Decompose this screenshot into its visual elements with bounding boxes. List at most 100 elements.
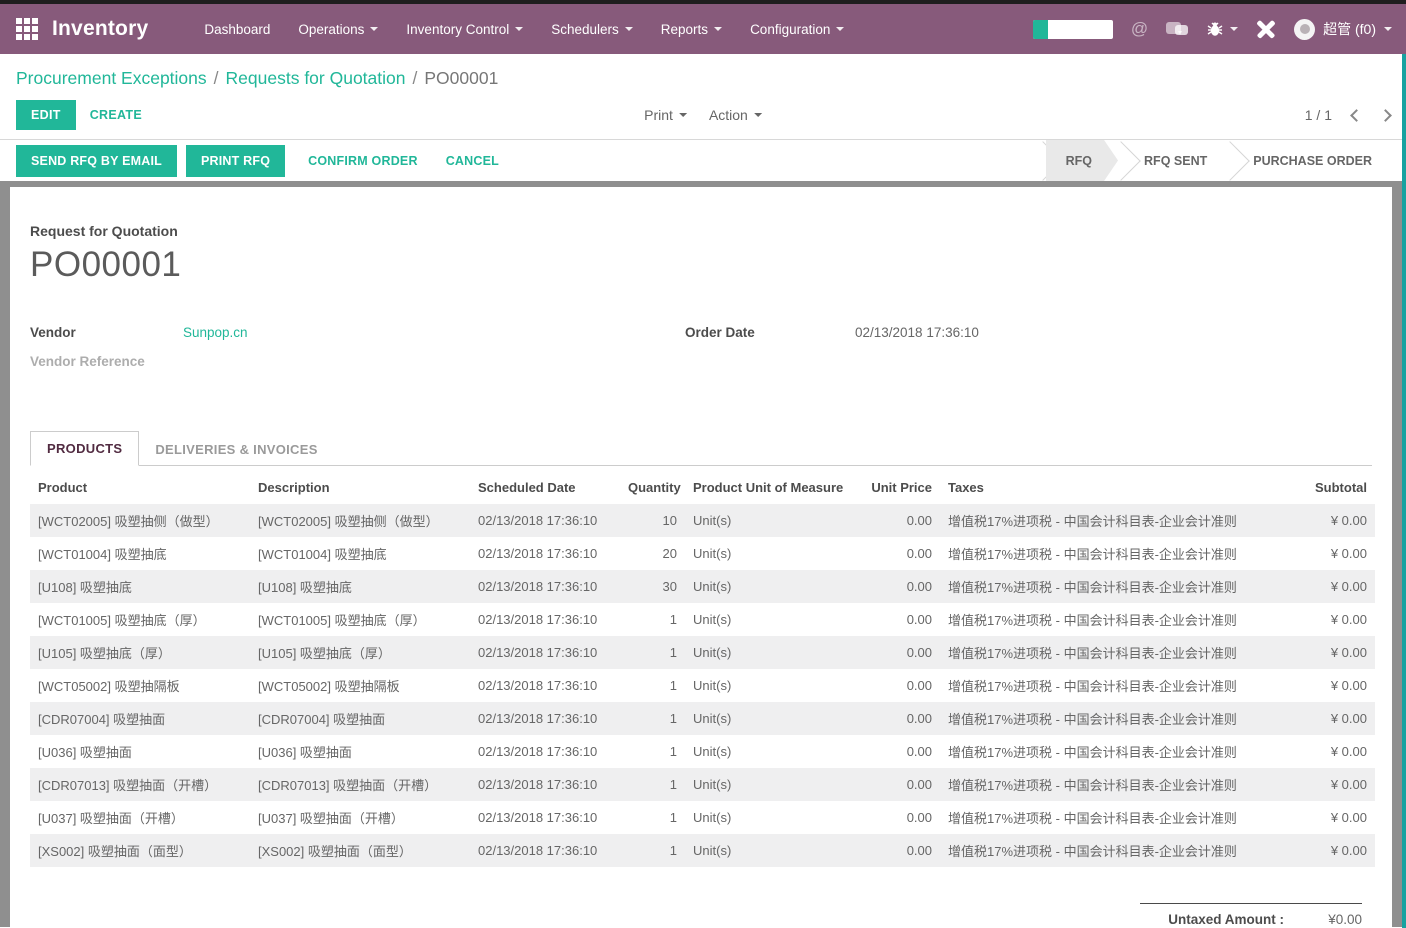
chat-bubbles-icon[interactable] [1166,22,1188,37]
cancel-button[interactable]: CANCEL [432,154,513,168]
bug-icon [1206,20,1224,38]
order-line-row[interactable]: [U037] 吸塑抽面（开槽） [U037] 吸塑抽面（开槽） 02/13/20… [30,801,1375,834]
table-header-row: Product Description Scheduled Date Quant… [30,472,1375,504]
print-dropdown[interactable]: Print [644,107,687,123]
cell-uom: Unit(s) [685,537,860,570]
cell-uom: Unit(s) [685,669,860,702]
form-statusbar: SEND RFQ BY EMAIL PRINT RFQ CONFIRM ORDERC… [0,139,1406,181]
topbar-menu-inventory-control[interactable]: Inventory Control [394,14,535,45]
order-line-row[interactable]: [U105] 吸塑抽底（厚） [U105] 吸塑抽底（厚） 02/13/2018… [30,636,1375,669]
apps-grid-icon[interactable] [16,18,38,40]
status-rfq[interactable]: RFQ [1046,140,1118,181]
breadcrumb-current: PO00001 [424,68,498,88]
order-line-row[interactable]: [WCT01004] 吸塑抽底 [WCT01004] 吸塑抽底 02/13/20… [30,537,1375,570]
col-taxes: Taxes [940,472,1270,504]
pager-counter: 1 / 1 [1305,107,1332,123]
vendor-label: Vendor [30,325,183,340]
cell-product: [XS002] 吸塑抽面（面型） [30,834,250,867]
chevron-down-icon [754,113,762,117]
cell-subtotal: ¥ 0.00 [1270,768,1375,801]
order-line-row[interactable]: [WCT01005] 吸塑抽底（厚） [WCT01005] 吸塑抽底（厚） 02… [30,603,1375,636]
chevron-down-icon [679,113,687,117]
breadcrumb-requests-for-quotation[interactable]: Requests for Quotation [226,68,406,88]
doc-type-label: Request for Quotation [30,223,1372,239]
cell-quantity: 30 [620,570,685,603]
cell-unit-price: 0.00 [860,801,940,834]
order-line-row[interactable]: [U108] 吸塑抽底 [U108] 吸塑抽底 02/13/2018 17:36… [30,570,1375,603]
status-rfq-sent[interactable]: RFQ SENT [1124,140,1227,181]
action-dropdown[interactable]: Action [709,107,762,123]
cell-taxes: 增值税17%进项税 - 中国会计科目表-企业会计准则 [940,603,1270,636]
cell-uom: Unit(s) [685,636,860,669]
confirm-order-button[interactable]: CONFIRM ORDER [294,154,432,168]
edit-button[interactable]: EDIT [16,100,76,130]
debug-bug-menu[interactable] [1206,20,1238,38]
col-quantity: Quantity [620,472,685,504]
cell-unit-price: 0.00 [860,636,940,669]
order-date-label: Order Date [685,325,855,340]
topbar-menubar: Dashboard Operations Inventory Control S… [192,14,856,45]
cell-unit-price: 0.00 [860,834,940,867]
vendor-link[interactable]: Sunpop.cn [183,325,248,340]
topbar-menu-dashboard[interactable]: Dashboard [192,14,282,45]
topbar-menu-operations[interactable]: Operations [286,14,390,45]
pager-next-icon[interactable] [1379,109,1392,122]
tools-wrench-icon[interactable] [1256,19,1276,39]
order-line-row[interactable]: [WCT02005] 吸塑抽侧（做型） [WCT02005] 吸塑抽侧（做型） … [30,504,1375,537]
cell-scheduled-date: 02/13/2018 17:36:10 [470,702,620,735]
order-line-row[interactable]: [WCT05002] 吸塑抽隔板 [WCT05002] 吸塑抽隔板 02/13/… [30,669,1375,702]
cell-taxes: 增值税17%进项税 - 中国会计科目表-企业会计准则 [940,504,1270,537]
progress-bar-widget [1033,20,1113,39]
tab-products[interactable]: PRODUCTS [30,431,139,466]
user-menu[interactable]: 超管 (f0) [1294,19,1392,40]
cell-product: [CDR07004] 吸塑抽面 [30,702,250,735]
chevron-down-icon [625,27,633,31]
create-button[interactable]: CREATE [76,100,156,130]
cell-taxes: 增值税17%进项税 - 中国会计科目表-企业会计准则 [940,768,1270,801]
cell-subtotal: ¥ 0.00 [1270,735,1375,768]
cell-uom: Unit(s) [685,504,860,537]
order-line-row[interactable]: [XS002] 吸塑抽面（面型） [XS002] 吸塑抽面（面型） 02/13/… [30,834,1375,867]
chevron-down-icon [370,27,378,31]
app-title: Inventory [52,17,148,41]
status-purchase-order[interactable]: PURCHASE ORDER [1233,140,1392,181]
cell-unit-price: 0.00 [860,669,940,702]
untaxed-amount-label: Untaxed Amount : [1168,912,1284,927]
avatar [1294,19,1315,40]
cell-unit-price: 0.00 [860,537,940,570]
cell-description: [U036] 吸塑抽面 [250,735,470,768]
pager-previous-icon[interactable] [1350,109,1363,122]
cell-description: [WCT05002] 吸塑抽隔板 [250,669,470,702]
cell-unit-price: 0.00 [860,504,940,537]
order-line-row[interactable]: [U036] 吸塑抽面 [U036] 吸塑抽面 02/13/2018 17:36… [30,735,1375,768]
status-pipeline: RFQRFQ SENTPURCHASE ORDER [1040,140,1406,181]
breadcrumb-procurement-exceptions[interactable]: Procurement Exceptions [16,68,207,88]
cell-subtotal: ¥ 0.00 [1270,537,1375,570]
cell-product: [U037] 吸塑抽面（开槽） [30,801,250,834]
topbar-menu-schedulers[interactable]: Schedulers [539,14,645,45]
order-line-row[interactable]: [CDR07004] 吸塑抽面 [CDR07004] 吸塑抽面 02/13/20… [30,702,1375,735]
cell-product: [WCT01005] 吸塑抽底（厚） [30,603,250,636]
cell-taxes: 增值税17%进项税 - 中国会计科目表-企业会计准则 [940,801,1270,834]
col-subtotal: Subtotal [1270,472,1375,504]
cell-quantity: 1 [620,768,685,801]
cell-subtotal: ¥ 0.00 [1270,603,1375,636]
mentions-at-icon[interactable]: @ [1131,19,1148,39]
cell-uom: Unit(s) [685,801,860,834]
vendor-reference-label: Vendor Reference [30,354,183,369]
cell-quantity: 1 [620,834,685,867]
cell-scheduled-date: 02/13/2018 17:36:10 [470,801,620,834]
vendor-value: Sunpop.cn [183,325,248,340]
topbar-menu-reports[interactable]: Reports [649,14,734,45]
cell-scheduled-date: 02/13/2018 17:36:10 [470,735,620,768]
col-scheduled-date: Scheduled Date [470,472,620,504]
cell-taxes: 增值税17%进项税 - 中国会计科目表-企业会计准则 [940,537,1270,570]
send-rfq-by-email-button[interactable]: SEND RFQ BY EMAIL [16,145,177,177]
chevron-down-icon [714,27,722,31]
untaxed-amount-value: ¥0.00 [1284,912,1362,927]
tab-deliveries-invoices[interactable]: DELIVERIES & INVOICES [139,433,333,466]
topbar-menu-configuration[interactable]: Configuration [738,14,856,45]
print-rfq-button[interactable]: PRINT RFQ [186,145,285,177]
order-line-row[interactable]: [CDR07013] 吸塑抽面（开槽） [CDR07013] 吸塑抽面（开槽） … [30,768,1375,801]
cell-uom: Unit(s) [685,603,860,636]
